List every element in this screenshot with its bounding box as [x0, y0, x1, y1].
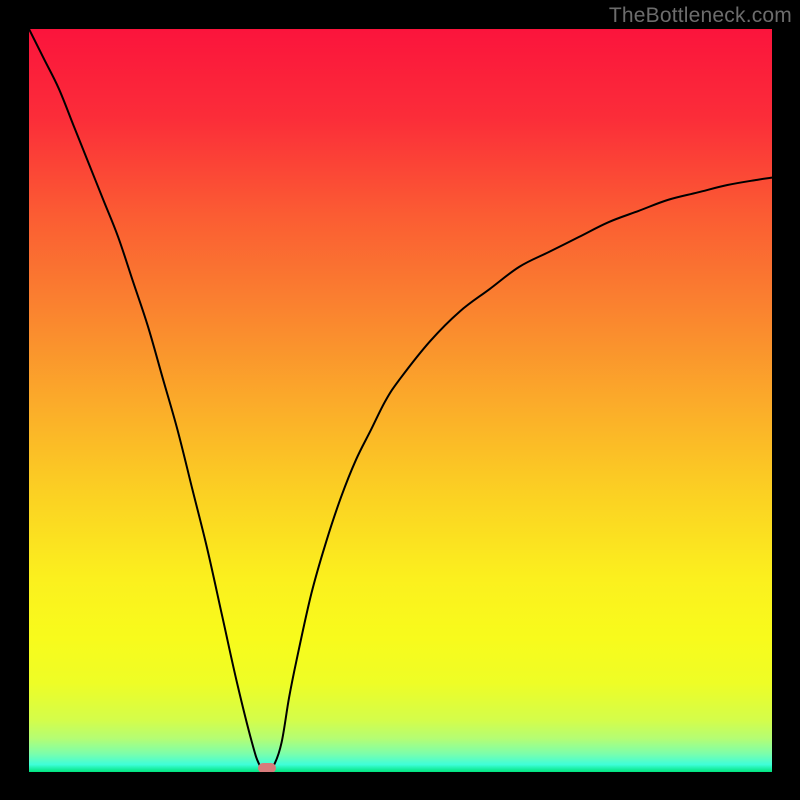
- plot-area: [29, 29, 772, 772]
- chart-stage: TheBottleneck.com: [0, 0, 800, 800]
- optimal-marker: [258, 763, 276, 772]
- watermark-text: TheBottleneck.com: [609, 4, 792, 28]
- bottleneck-curve: [29, 29, 772, 772]
- curve-layer: [29, 29, 772, 772]
